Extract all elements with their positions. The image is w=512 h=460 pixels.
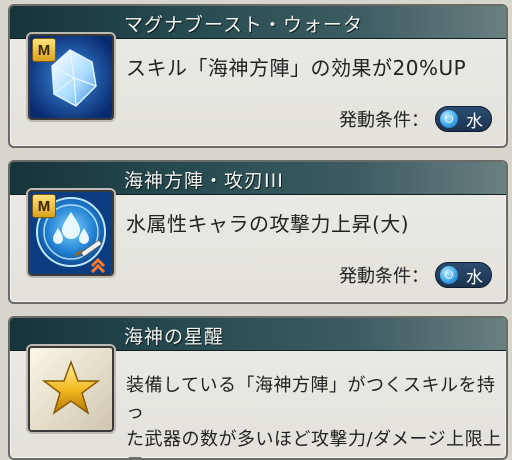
magna-badge: M bbox=[32, 38, 56, 62]
magna-badge: M bbox=[32, 194, 56, 218]
skill-card-kaijin-houjin: 海神方陣・攻刃III M 水属性キャラの攻撃力上昇(大) 発動条件： 水 bbox=[8, 160, 508, 304]
ice-crystal-icon[interactable]: M bbox=[28, 34, 114, 120]
water-orb-icon bbox=[440, 110, 458, 128]
element-label: 水 bbox=[466, 111, 483, 132]
activation-condition: 発動条件： 水 bbox=[339, 262, 492, 288]
water-orb-icon bbox=[440, 266, 458, 284]
skill-description: スキル「海神方陣」の効果が20%UP bbox=[126, 56, 467, 80]
skill-card-magna-boost: マグナブースト・ウォータ M スキル「海神方陣」の効果が20%UP 発動条件： … bbox=[8, 4, 508, 148]
water-attack-up-icon[interactable]: M bbox=[28, 190, 114, 276]
water-element-badge: 水 bbox=[435, 262, 492, 288]
skill-title: 海神の星醒 bbox=[124, 326, 225, 348]
condition-label: 発動条件： bbox=[339, 110, 429, 131]
description-line-2: た武器の数が多いほど攻撃力/ダメージ上限上昇 bbox=[126, 429, 502, 458]
skill-card-kaijin-seisei: 海神の星醒 装備している「海神方陣」がつくスキルを持っ た武器の数が多いほど攻撃… bbox=[8, 316, 508, 460]
element-label: 水 bbox=[466, 267, 483, 288]
condition-label: 発動条件： bbox=[339, 266, 429, 287]
gold-star-icon[interactable] bbox=[28, 346, 114, 432]
description-line-1: 装備している「海神方陣」がつくスキルを持っ bbox=[126, 375, 496, 423]
water-element-badge: 水 bbox=[435, 106, 492, 132]
skill-title: マグナブースト・ウォータ bbox=[124, 14, 364, 36]
skill-description: 装備している「海神方陣」がつくスキルを持っ た武器の数が多いほど攻撃力/ダメージ… bbox=[126, 372, 506, 458]
activation-condition: 発動条件： 水 bbox=[339, 106, 492, 132]
skill-description: 水属性キャラの攻撃力上昇(大) bbox=[126, 212, 410, 236]
skill-title: 海神方陣・攻刃III bbox=[124, 170, 284, 192]
